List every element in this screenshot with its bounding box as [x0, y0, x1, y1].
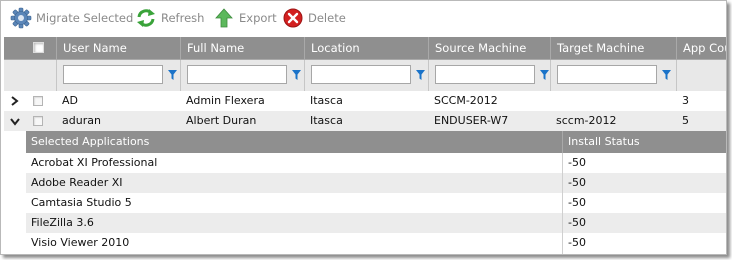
- chevron-right-icon[interactable]: [9, 94, 21, 108]
- filter-cell-source-machine: [428, 60, 550, 91]
- source-machine-cell: ENDUSER-W7: [434, 114, 509, 127]
- row-checkbox[interactable]: [33, 116, 43, 126]
- column-header-source-machine[interactable]: Source Machine: [428, 37, 550, 59]
- install-status: -50: [568, 236, 586, 249]
- application-name: Acrobat XI Professional: [31, 156, 158, 169]
- location-cell: Itasca: [310, 114, 343, 127]
- list-item[interactable]: Adobe Reader XI -50: [26, 173, 726, 193]
- list-item[interactable]: Visio Viewer 2010 -50: [26, 233, 726, 253]
- select-all-checkbox[interactable]: [33, 42, 44, 53]
- source-machine-cell: SCCM-2012: [434, 94, 498, 107]
- full-name-filter-input[interactable]: [187, 65, 287, 84]
- full-name-cell: Admin Flexera: [186, 94, 265, 107]
- target-machine-filter-input[interactable]: [557, 65, 657, 84]
- migration-grid-window: Migrate Selected Refresh Export Delete U…: [0, 0, 727, 255]
- location-cell: Itasca: [310, 94, 343, 107]
- table-row[interactable]: AD Admin Flexera Itasca SCCM-2012 3: [4, 91, 726, 111]
- source-machine-filter-input[interactable]: [435, 65, 535, 84]
- target-machine-cell: [550, 91, 676, 111]
- target-machine-cell: sccm-2012: [556, 114, 617, 127]
- funnel-icon[interactable]: [292, 70, 301, 80]
- install-status: -50: [568, 156, 586, 169]
- application-name: FileZilla 3.6: [31, 216, 94, 229]
- install-status: -50: [568, 216, 586, 229]
- funnel-icon[interactable]: [540, 70, 549, 80]
- toolbar: Migrate Selected Refresh Export Delete: [1, 1, 726, 37]
- refresh-arrows-icon: [135, 7, 157, 29]
- app-count-cell: 5: [682, 114, 689, 127]
- full-name-cell: Albert Duran: [186, 114, 257, 127]
- detail-subgrid: Selected Applications Install Status Acr…: [26, 131, 726, 254]
- user-name-filter-input[interactable]: [63, 65, 163, 84]
- refresh-label: Refresh: [161, 11, 205, 25]
- column-header-install-status[interactable]: Install Status: [562, 131, 726, 153]
- list-item[interactable]: Acrobat XI Professional -50: [26, 153, 726, 173]
- application-name: Visio Viewer 2010: [31, 236, 130, 249]
- list-item[interactable]: Camtasia Studio 5 -50: [26, 193, 726, 213]
- row-checkbox[interactable]: [33, 96, 43, 106]
- filter-cell-full-name: [180, 60, 304, 91]
- chevron-down-icon[interactable]: [9, 114, 21, 128]
- funnel-icon[interactable]: [662, 70, 671, 80]
- filter-row: [4, 59, 726, 91]
- delete-label: Delete: [308, 11, 346, 25]
- column-header-full-name[interactable]: Full Name: [180, 37, 304, 59]
- application-name: Adobe Reader XI: [31, 176, 123, 189]
- export-button[interactable]: Export: [213, 7, 277, 29]
- column-header-app-count[interactable]: App Cou: [676, 37, 726, 59]
- migrate-selected-label: Migrate Selected: [36, 11, 134, 25]
- gear-icon: [10, 7, 32, 29]
- column-header-selected-applications[interactable]: Selected Applications: [26, 131, 562, 153]
- filter-cell-user-name: [56, 60, 180, 91]
- column-header-user-name[interactable]: User Name: [56, 37, 180, 59]
- refresh-button[interactable]: Refresh: [135, 7, 204, 29]
- delete-button[interactable]: Delete: [282, 7, 346, 29]
- grid-header: User Name Full Name Location Source Mach…: [4, 37, 726, 91]
- app-count-cell: 3: [682, 94, 689, 107]
- user-name-cell: aduran: [62, 114, 101, 127]
- filter-cell-app-count: [676, 60, 726, 91]
- install-status: -50: [568, 196, 586, 209]
- user-name-cell: AD: [62, 94, 78, 107]
- table-row[interactable]: aduran Albert Duran Itasca ENDUSER-W7 sc…: [4, 111, 726, 131]
- list-item[interactable]: FileZilla 3.6 -50: [26, 213, 726, 233]
- application-name: Camtasia Studio 5: [31, 196, 132, 209]
- install-status: -50: [568, 176, 586, 189]
- filter-cell-location: [304, 60, 428, 91]
- migrate-selected-button[interactable]: Migrate Selected: [10, 7, 133, 29]
- red-x-circle-icon: [282, 7, 304, 29]
- funnel-icon[interactable]: [416, 70, 425, 80]
- column-header-target-machine[interactable]: Target Machine: [550, 37, 676, 59]
- filter-cell-target-machine: [550, 60, 676, 91]
- funnel-icon[interactable]: [168, 70, 177, 80]
- detail-header: Selected Applications Install Status: [26, 131, 726, 153]
- location-filter-input[interactable]: [311, 65, 411, 84]
- up-arrow-icon: [213, 7, 235, 29]
- column-header-location[interactable]: Location: [304, 37, 428, 59]
- export-label: Export: [239, 11, 277, 25]
- column-divider: [562, 153, 563, 254]
